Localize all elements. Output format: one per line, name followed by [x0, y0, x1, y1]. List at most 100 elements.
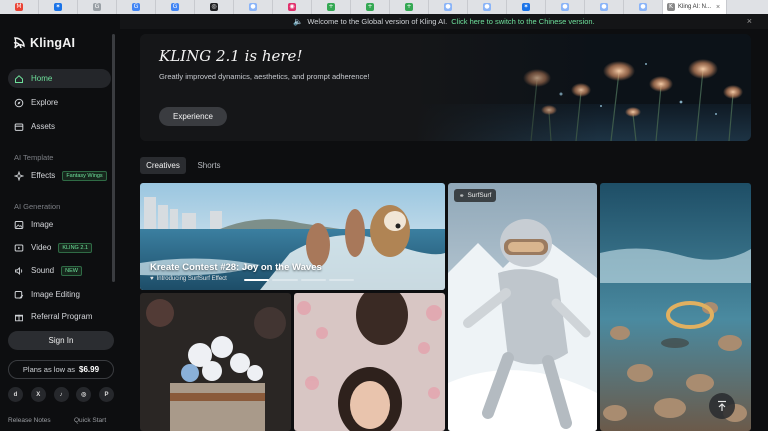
x-icon[interactable]: X	[30, 387, 46, 402]
hero-banner[interactable]: KLING 2.1 is here! Greatly improved dyna…	[140, 34, 751, 141]
plans-price: $6.99	[79, 365, 100, 374]
experience-button[interactable]: Experience	[159, 107, 227, 126]
sidebar-item-explore[interactable]: Explore	[8, 93, 111, 112]
browser-tab[interactable]: ●	[468, 0, 507, 14]
hero-title: KLING 2.1 is here!	[159, 47, 303, 65]
link-icon: ⚭	[459, 192, 465, 200]
close-tab-icon[interactable]: ×	[716, 4, 720, 11]
close-announcement-icon[interactable]: ×	[747, 16, 752, 26]
brand-name: KlingAI	[30, 36, 76, 50]
sidebar-item-sound[interactable]: Sound NEW	[8, 261, 111, 280]
progress-segment[interactable]	[244, 279, 270, 281]
sidebar-scrollbar[interactable]	[112, 34, 115, 282]
discord-icon[interactable]: d	[8, 387, 23, 402]
hero-subtitle: Greatly improved dynamics, aesthetics, a…	[159, 72, 370, 81]
browser-tab[interactable]: ✶	[507, 0, 546, 14]
progress-segment[interactable]	[328, 279, 354, 281]
instagram-icon[interactable]: ◎	[76, 387, 92, 402]
announcement-text: Welcome to the Global version of Kling A…	[307, 17, 448, 26]
globe-icon: ●	[444, 3, 452, 11]
sidebar-item-video[interactable]: Video KLING 2.1	[8, 238, 111, 257]
girl-with-flowers-image	[294, 293, 445, 431]
sidebar-item-label: Referral Program	[31, 312, 93, 321]
logo[interactable]: KlingAI	[12, 36, 75, 50]
tab-creatives[interactable]: Creatives	[140, 157, 186, 174]
sidebar-item-image[interactable]: Image	[8, 215, 111, 234]
browser-tab[interactable]: ◉	[273, 0, 312, 14]
section-ai-template: AI Template	[14, 153, 54, 162]
contest-banner-card[interactable]: Kreate Contest #28: Joy on the Waves ♥ I…	[140, 183, 445, 290]
browser-tab[interactable]: M	[0, 0, 39, 14]
contest-title: Kreate Contest #28: Joy on the Waves	[150, 262, 322, 273]
sound-icon	[14, 266, 24, 276]
browser-tab[interactable]: ●	[546, 0, 585, 14]
browser-tab[interactable]: G	[78, 0, 117, 14]
gallery-card-dessert[interactable]	[140, 293, 291, 431]
kling-logo-icon	[13, 37, 25, 49]
pinterest-icon[interactable]: P	[99, 387, 114, 402]
sidebar-item-label: Home	[31, 74, 53, 83]
kling-favicon-icon: K	[667, 3, 675, 11]
gallery-card-portrait[interactable]	[294, 293, 445, 431]
browser-tab-strip: M ✶ G G G ◎ ● ◉ + + + ● ● ✶ ● ● ● K Kling AI: N... ×	[0, 0, 768, 14]
video-badge: KLING 2.1	[58, 242, 93, 253]
openai-icon: ◎	[210, 3, 218, 11]
browser-tab[interactable]: ◎	[195, 0, 234, 14]
image-icon	[14, 220, 24, 230]
sheets-icon: +	[327, 3, 335, 11]
active-tab-title: Kling AI: N...	[678, 4, 712, 10]
gmail-icon: M	[15, 3, 23, 11]
gallery-card-skier[interactable]: ⚭ SurfSurf	[448, 183, 597, 431]
sidebar-item-label: Effects	[31, 171, 56, 180]
sign-in-button[interactable]: Sign In	[8, 331, 114, 350]
sidebar: KlingAI Home Explore Assets AI Template …	[0, 14, 120, 431]
progress-segment[interactable]	[272, 279, 298, 281]
google-icon: G	[132, 3, 140, 11]
contest-subtitle: ♥ Introducing SurfSurf Effect	[150, 276, 227, 282]
tiktok-icon[interactable]: ♪	[53, 387, 69, 402]
compass-icon	[14, 98, 24, 108]
sheets-icon: +	[405, 3, 413, 11]
gift-icon	[14, 312, 24, 322]
browser-tab[interactable]: ●	[624, 0, 663, 14]
sidebar-item-referral-program[interactable]: Referral Program	[8, 307, 111, 326]
browser-tab[interactable]: ●	[429, 0, 468, 14]
plans-text: Plans as low as	[22, 365, 76, 374]
heart-icon: ♥	[150, 276, 154, 282]
release-notes-link[interactable]: Release Notes	[8, 417, 51, 424]
scroll-to-top-button[interactable]	[709, 393, 735, 419]
plans-button[interactable]: Plans as low as $6.99	[8, 360, 114, 379]
carousel-progress	[244, 279, 354, 281]
announcement-bar: 🔈 Welcome to the Global version of Kling…	[120, 14, 768, 29]
sidebar-item-assets[interactable]: Assets	[8, 117, 111, 136]
browser-tab[interactable]: ●	[234, 0, 273, 14]
sidebar-item-effects[interactable]: Effects Fantasy Wings	[8, 166, 111, 185]
video-icon	[14, 243, 24, 253]
skier-image	[448, 183, 597, 431]
browser-tab[interactable]: +	[351, 0, 390, 14]
arrow-up-icon	[718, 400, 726, 411]
effects-badge: Fantasy Wings	[62, 170, 107, 181]
browser-tab[interactable]: +	[312, 0, 351, 14]
browser-tab[interactable]: +	[390, 0, 429, 14]
progress-segment[interactable]	[300, 279, 326, 281]
home-icon	[14, 74, 24, 84]
sidebar-item-home[interactable]: Home	[8, 69, 111, 88]
browser-tab[interactable]: ●	[585, 0, 624, 14]
browser-tab[interactable]: ✶	[39, 0, 78, 14]
google-icon: G	[171, 3, 179, 11]
globe-icon: ●	[600, 3, 608, 11]
speaker-icon: 🔈	[293, 17, 304, 26]
globe-icon: ●	[483, 3, 491, 11]
browser-tab-active[interactable]: K Kling AI: N... ×	[663, 0, 727, 14]
browser-tab[interactable]: G	[117, 0, 156, 14]
sparkle-icon	[14, 170, 24, 181]
surfsurf-tag: ⚭ SurfSurf	[454, 189, 497, 202]
sidebar-item-image-editing[interactable]: Image Editing	[8, 285, 111, 304]
sidebar-item-label: Assets	[31, 122, 56, 131]
app-icon: ✶	[522, 3, 530, 11]
quick-start-link[interactable]: Quick Start	[74, 417, 106, 424]
switch-version-link[interactable]: Click here to switch to the Chinese vers…	[451, 17, 594, 26]
browser-tab[interactable]: G	[156, 0, 195, 14]
tab-shorts[interactable]: Shorts	[190, 157, 228, 174]
